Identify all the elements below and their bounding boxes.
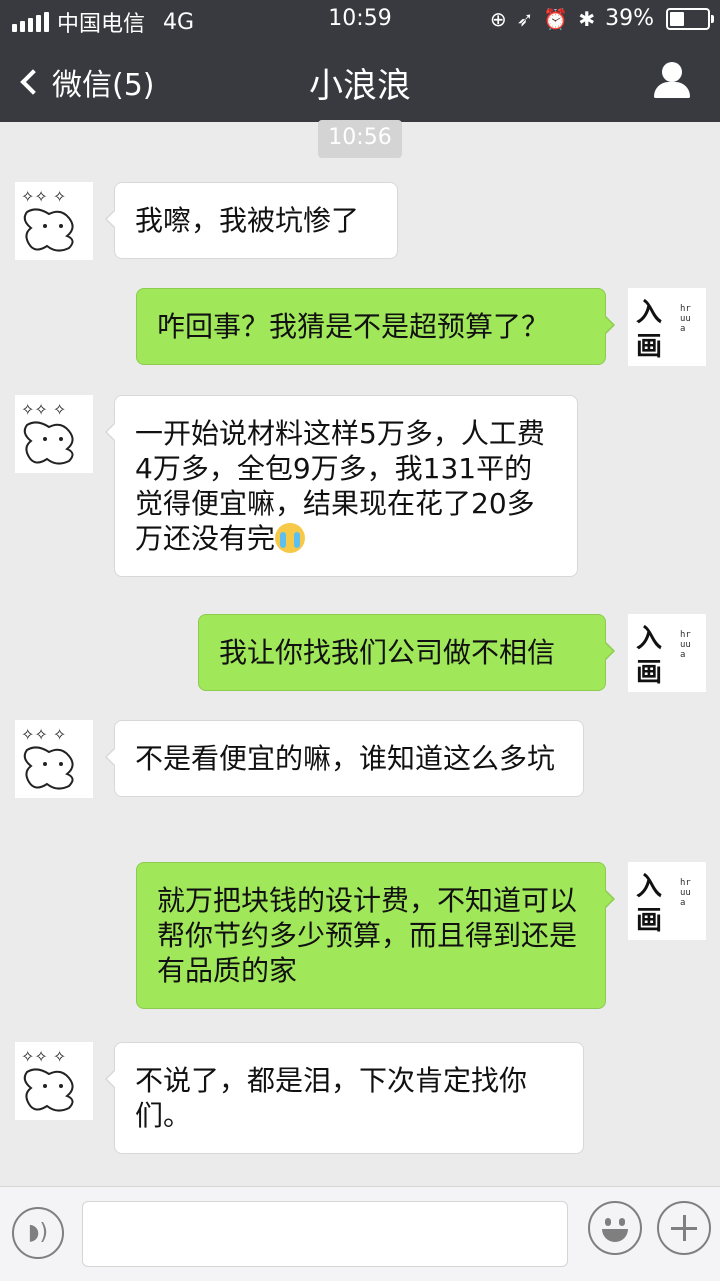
brand-char2: 画	[636, 658, 663, 688]
brand-char1: 入	[636, 624, 663, 654]
rabbit-avatar-icon: ✧✧ ✧	[21, 187, 74, 252]
my-avatar[interactable]: 入 画 hruua	[628, 288, 706, 366]
brand-char1: 入	[636, 872, 663, 902]
lock-rotation-icon: ⊕	[489, 6, 507, 31]
bluetooth-icon: ✱	[578, 6, 596, 31]
my-avatar[interactable]: 入 画 hruua	[628, 862, 706, 940]
message-text: 就万把块钱的设计费，不知道可以帮你节约多少预算，而且得到还是有品质的家	[157, 884, 578, 987]
message-bubble: 我让你找我们公司做不相信	[198, 614, 615, 691]
message-text: 我嚓，我被坑惨了	[135, 204, 360, 237]
contact-avatar[interactable]: ✧✧ ✧	[15, 720, 93, 798]
crying-emoji-icon	[275, 523, 306, 553]
message-text: 不是看便宜的嘛，谁知道这么多坑	[135, 742, 556, 775]
voice-icon[interactable]: ◗)	[12, 1207, 64, 1259]
rabbit-avatar-icon: ✧✧ ✧	[21, 1047, 74, 1112]
brand-small: hruua	[680, 630, 691, 660]
message-text: 不说了，都是泪，下次肯定找你们。	[135, 1064, 528, 1132]
message-input[interactable]	[82, 1201, 568, 1267]
brand-small: hruua	[680, 304, 691, 334]
message-bubble: 一开始说材料这样5万多，人工费4万多，全包9万多，我131平的觉得便宜嘛，结果现…	[105, 395, 578, 577]
message-bubble: 就万把块钱的设计费，不知道可以帮你节约多少预算，而且得到还是有品质的家	[136, 862, 615, 1009]
battery-fill	[670, 11, 684, 26]
brand-char2: 画	[636, 332, 663, 362]
battery-icon	[666, 7, 714, 30]
alarm-icon: ⏰	[543, 6, 569, 31]
status-bar: 中国电信 4G 10:59 ⊕ ➶ ⏰ ✱ 39%	[0, 0, 720, 40]
input-bar: ◗)	[0, 1186, 720, 1281]
message-bubble: 不是看便宜的嘛，谁知道这么多坑	[105, 720, 584, 797]
message-bubble: 咋回事？我猜是不是超预算了？	[136, 288, 615, 365]
person-icon[interactable]	[652, 62, 692, 102]
contact-avatar[interactable]: ✧✧ ✧	[15, 395, 93, 473]
message-text: 一开始说材料这样5万多，人工费4万多，全包9万多，我131平的觉得便宜嘛，结果现…	[135, 417, 545, 555]
location-icon: ➶	[516, 6, 534, 31]
brand-small: hruua	[680, 878, 691, 908]
battery-percent: 39%	[605, 6, 654, 31]
message-text: 我让你找我们公司做不相信	[219, 636, 556, 669]
rabbit-avatar-icon: ✧✧ ✧	[21, 725, 74, 790]
contact-avatar[interactable]: ✧✧ ✧	[15, 1042, 93, 1120]
message-bubble: 不说了，都是泪，下次肯定找你们。	[105, 1042, 584, 1154]
message-timestamp: 10:56	[318, 120, 402, 158]
brand-char1: 入	[636, 298, 663, 328]
svg-text:✧✧ ✧: ✧✧ ✧	[21, 1047, 66, 1066]
chat-title: 小浪浪	[309, 66, 411, 106]
svg-text:✧✧ ✧: ✧✧ ✧	[21, 725, 66, 744]
brand-logo-icon: 入 画 hruua	[632, 616, 704, 688]
brand-char2: 画	[636, 906, 663, 936]
message-bubble: 我嚓，我被坑惨了	[105, 182, 398, 259]
brand-logo-icon: 入 画 hruua	[632, 290, 704, 362]
svg-text:✧✧ ✧: ✧✧ ✧	[21, 400, 66, 419]
message-text: 咋回事？我猜是不是超预算了？	[157, 310, 550, 343]
my-avatar[interactable]: 入 画 hruua	[628, 614, 706, 692]
brand-logo-icon: 入 画 hruua	[632, 864, 704, 936]
svg-text:✧✧ ✧: ✧✧ ✧	[21, 187, 66, 206]
status-right: ⊕ ➶ ⏰ ✱ 39%	[489, 6, 714, 31]
rabbit-avatar-icon: ✧✧ ✧	[21, 400, 74, 465]
chat-header: 微信(5) 小浪浪	[0, 40, 720, 122]
contact-avatar[interactable]: ✧✧ ✧	[15, 182, 93, 260]
emoji-icon[interactable]	[588, 1201, 642, 1255]
plus-icon[interactable]	[657, 1201, 711, 1255]
